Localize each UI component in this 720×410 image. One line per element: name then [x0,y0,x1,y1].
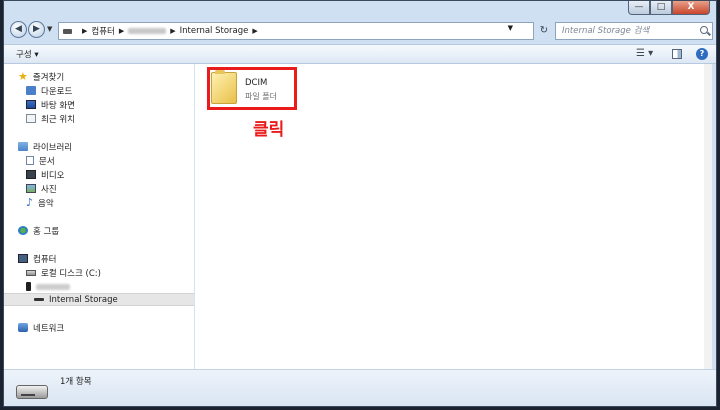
nav-label: 다운로드 [41,86,73,97]
homegroup-icon [18,226,28,235]
click-annotation: 클릭 [253,120,285,140]
breadcrumb-redacted-device[interactable] [128,28,167,34]
recent-places-icon [26,114,36,123]
close-button[interactable]: X [672,1,710,15]
nav-item-recent-places[interactable]: 최근 위치 [26,112,75,125]
breadcrumb-internal-storage[interactable]: Internal Storage [180,26,249,36]
search-input[interactable]: Internal Storage 검색 [555,22,713,40]
back-button[interactable]: ◀ [10,21,27,38]
document-icon [26,156,34,165]
nav-label: 로컬 디스크 (C:) [41,268,101,279]
nav-computer[interactable]: 컴퓨터 [18,252,56,265]
arrow-right-icon: ▶ [33,24,40,34]
nav-label: 홈 그룹 [33,226,60,237]
forward-button[interactable]: ▶ [28,21,45,38]
item-count: 1개 항목 [60,377,92,387]
search-placeholder: Internal Storage 검색 [562,26,650,36]
nav-label: 음악 [38,198,54,209]
organize-button[interactable]: 구성 ▾ [16,48,39,60]
nav-label: 네트워크 [33,323,65,334]
chevron-right-icon[interactable]: ▶ [170,27,175,35]
nav-item-local-disk[interactable]: 로컬 디스크 (C:) [26,266,101,279]
nav-item-videos[interactable]: 비디오 [26,168,64,181]
nav-label: 비디오 [41,170,65,181]
phone-icon [26,282,31,291]
minimize-button[interactable]: — [628,1,650,15]
storage-icon [34,298,44,301]
library-icon [18,142,28,151]
nav-item-pictures[interactable]: 사진 [26,182,57,195]
address-dropdown-icon[interactable]: ▼ [508,24,513,32]
drive-icon [63,28,72,34]
nav-label: 라이브러리 [33,142,73,153]
refresh-icon[interactable]: ↻ [536,22,552,40]
maximize-button[interactable]: □ [650,1,672,15]
caption-buttons: — □ X [628,1,710,15]
nav-item-device-redacted[interactable] [26,280,70,293]
change-view-icon[interactable]: ☰ ▾ [636,48,653,59]
nav-label: 사진 [41,184,57,195]
explorer-window: — □ X ◀ ▶ ▼ ▶ 컴퓨터 ▶ ▶ Internal Storage ▶… [3,0,717,407]
redacted-device-label [36,283,70,290]
nav-label: 문서 [39,156,55,167]
nav-label: 바탕 화면 [41,100,75,111]
help-icon[interactable]: ? [696,48,708,60]
chevron-right-icon[interactable]: ▶ [82,27,87,35]
nav-network[interactable]: 네트워크 [18,321,64,334]
network-icon [18,323,28,332]
nav-item-music[interactable]: ♪ 음악 [26,196,54,209]
hard-disk-icon [26,269,36,276]
preview-pane-icon[interactable] [672,49,682,59]
star-icon: ★ [18,70,28,83]
nav-label: Internal Storage [49,294,118,305]
nav-homegroup[interactable]: 홈 그룹 [18,224,59,237]
file-list: DCIM 파일 폴더 클릭 [195,64,712,369]
status-bar: 1개 항목 [4,369,716,406]
search-icon [700,26,708,34]
nav-label: 즐겨찾기 [32,72,65,83]
nav-favorites[interactable]: ★ 즐겨찾기 [18,70,64,83]
toolbar: 구성 ▾ ☰ ▾ ? [4,44,716,64]
navigation-pane: ★ 즐겨찾기 다운로드 바탕 화면 최근 위치 라이브러리 문서 비디오 사진 … [4,64,195,369]
address-bar[interactable]: ▶ 컴퓨터 ▶ ▶ Internal Storage ▶ ▼ [58,22,534,40]
nav-item-downloads[interactable]: 다운로드 [26,84,72,97]
nav-item-documents[interactable]: 문서 [26,154,55,167]
chevron-right-icon[interactable]: ▶ [252,27,257,35]
nav-label: 최근 위치 [41,114,75,125]
highlight-box [207,67,297,110]
nav-label: 컴퓨터 [33,254,57,265]
download-icon [26,86,36,95]
music-icon: ♪ [26,196,34,209]
vertical-scrollbar[interactable] [704,64,712,369]
nav-item-desktop[interactable]: 바탕 화면 [26,98,75,111]
pictures-icon [26,184,36,193]
arrow-left-icon: ◀ [15,24,22,34]
computer-icon [18,254,28,263]
address-row: ◀ ▶ ▼ ▶ 컴퓨터 ▶ ▶ Internal Storage ▶ ▼ ↻ I… [4,18,716,44]
breadcrumb-computer[interactable]: 컴퓨터 [91,25,114,37]
video-icon [26,170,36,179]
desktop-icon [26,100,36,109]
chevron-right-icon[interactable]: ▶ [119,27,124,35]
recent-pages-dropdown-icon[interactable]: ▼ [47,25,52,33]
nav-libraries[interactable]: 라이브러리 [18,140,72,153]
drive-icon [16,385,48,399]
nav-item-internal-storage[interactable]: Internal Storage [4,293,194,306]
